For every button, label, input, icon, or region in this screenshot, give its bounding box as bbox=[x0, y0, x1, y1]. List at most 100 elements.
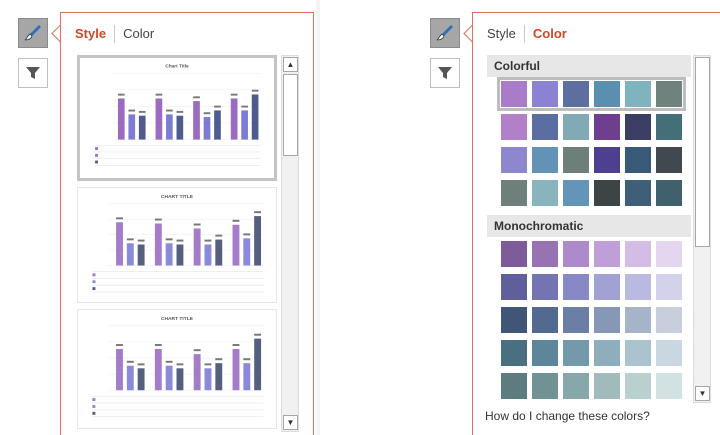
chart-filters-button[interactable] bbox=[18, 58, 48, 88]
scroll-thumb[interactable] bbox=[283, 74, 298, 156]
chart-styles-button-right[interactable] bbox=[430, 18, 460, 48]
thumbnail-bar bbox=[204, 244, 212, 266]
thumbnail-bar bbox=[243, 238, 251, 266]
color-swatch bbox=[563, 81, 589, 107]
section-header: Colorful bbox=[487, 55, 691, 77]
color-palette-row[interactable] bbox=[501, 274, 682, 300]
thumbnail-bar bbox=[193, 354, 201, 391]
thumbnail-data-label bbox=[230, 93, 238, 96]
color-swatch bbox=[656, 274, 682, 300]
help-link[interactable]: How do I change these colors? bbox=[485, 409, 650, 423]
color-swatch bbox=[532, 147, 558, 173]
color-swatch bbox=[656, 147, 682, 173]
color-swatch bbox=[501, 180, 527, 206]
tab-style[interactable]: Style bbox=[67, 25, 114, 43]
legend-key bbox=[92, 280, 96, 284]
tab-color-right[interactable]: Color bbox=[525, 25, 575, 43]
legend-key bbox=[92, 273, 96, 277]
left-flyout: Style Color Chart Title CHART TITLE CHART … bbox=[60, 12, 314, 435]
color-palette-row[interactable] bbox=[501, 307, 682, 333]
style-thumbnail[interactable]: Chart Title bbox=[77, 55, 277, 181]
thumbnail-data-label bbox=[117, 93, 125, 96]
thumbnail-data-label bbox=[243, 358, 251, 361]
right-flyout: Style Color Colorful Monochromatic ▼ How … bbox=[472, 12, 720, 435]
scroll-down-button[interactable]: ▼ bbox=[695, 386, 710, 401]
legend-key bbox=[92, 287, 96, 291]
thumbnail-data-label bbox=[166, 109, 173, 112]
scroll-down-button[interactable]: ▼ bbox=[283, 415, 298, 430]
thumbnail-bar bbox=[176, 368, 184, 391]
color-swatch bbox=[625, 340, 651, 366]
chart-preview: CHART TITLE bbox=[92, 316, 264, 418]
left-tabs: Style Color bbox=[67, 25, 162, 43]
filter-icon bbox=[438, 67, 452, 79]
thumbnail-data-label bbox=[155, 93, 163, 96]
color-swatch bbox=[656, 373, 682, 399]
color-palette-row[interactable] bbox=[501, 241, 682, 267]
thumbnail-bar bbox=[165, 243, 173, 266]
thumbnail-bar bbox=[214, 110, 221, 140]
color-swatch bbox=[594, 114, 620, 140]
thumbnail-bar bbox=[251, 94, 259, 140]
color-swatch bbox=[563, 340, 589, 366]
thumbnail-bar bbox=[137, 244, 145, 266]
thumbnail-data-label bbox=[193, 96, 200, 99]
color-swatch bbox=[563, 241, 589, 267]
legend-key bbox=[92, 398, 96, 402]
paintbrush-icon bbox=[24, 25, 41, 41]
chart-filters-button-right[interactable] bbox=[430, 58, 460, 88]
color-palette-row[interactable] bbox=[501, 340, 682, 366]
thumbnail-data-label bbox=[203, 112, 211, 115]
color-swatch bbox=[656, 241, 682, 267]
thumbnail-data-label bbox=[128, 109, 136, 112]
thumbnail-data-label bbox=[214, 105, 221, 108]
thumbnail-bar bbox=[254, 338, 262, 391]
thumbnail-bar bbox=[137, 368, 145, 391]
left-scrollbar[interactable]: ▲ ▼ bbox=[281, 55, 299, 432]
chart-styles-button[interactable] bbox=[18, 18, 48, 48]
thumbnail-bar bbox=[138, 115, 146, 140]
thumbnail-bar bbox=[254, 216, 262, 266]
color-palette-row[interactable] bbox=[501, 114, 682, 140]
style-thumbnail[interactable]: CHART TITLE bbox=[77, 309, 277, 429]
thumbnail-bar bbox=[203, 117, 211, 140]
thumbnail-data-label bbox=[165, 360, 173, 363]
color-swatch bbox=[594, 274, 620, 300]
color-palette-row[interactable] bbox=[501, 147, 682, 173]
legend-key bbox=[95, 153, 98, 157]
thumbnail-data-label bbox=[176, 239, 184, 242]
style-thumbnail[interactable]: CHART TITLE bbox=[77, 187, 277, 303]
right-scrollbar[interactable]: ▼ bbox=[693, 55, 711, 403]
thumbnail-bar bbox=[126, 243, 134, 266]
color-swatch bbox=[501, 241, 527, 267]
thumbnail-bar bbox=[126, 365, 134, 391]
thumbnail-data-label bbox=[254, 333, 262, 336]
thumbnail-data-label bbox=[154, 344, 162, 347]
color-swatch bbox=[501, 373, 527, 399]
tab-color[interactable]: Color bbox=[115, 25, 162, 43]
color-swatch bbox=[532, 307, 558, 333]
scroll-thumb[interactable] bbox=[695, 57, 710, 247]
color-swatch bbox=[594, 340, 620, 366]
color-palette-row[interactable] bbox=[501, 373, 682, 399]
thumbnail-bar bbox=[155, 98, 163, 140]
thumbnail-data-label bbox=[126, 238, 134, 241]
legend-key bbox=[95, 160, 98, 164]
scroll-up-button[interactable]: ▲ bbox=[283, 57, 298, 72]
thumbnail-bar bbox=[193, 101, 200, 140]
color-swatch bbox=[563, 307, 589, 333]
tab-style-right[interactable]: Style bbox=[479, 25, 524, 43]
color-swatch bbox=[594, 241, 620, 267]
thumbnail-bar bbox=[204, 368, 212, 391]
section-header: Monochromatic bbox=[487, 215, 691, 237]
thumbnail-bar bbox=[243, 363, 251, 391]
color-palette-row[interactable] bbox=[501, 180, 682, 206]
thumbnail-title: CHART TITLE bbox=[161, 316, 194, 322]
color-palette-row[interactable] bbox=[497, 77, 686, 111]
thumbnail-bar bbox=[166, 114, 173, 140]
thumbnail-bar bbox=[176, 115, 184, 140]
color-swatch bbox=[625, 147, 651, 173]
thumbnail-data-label bbox=[241, 105, 248, 108]
color-swatch bbox=[656, 114, 682, 140]
color-swatch bbox=[532, 180, 558, 206]
